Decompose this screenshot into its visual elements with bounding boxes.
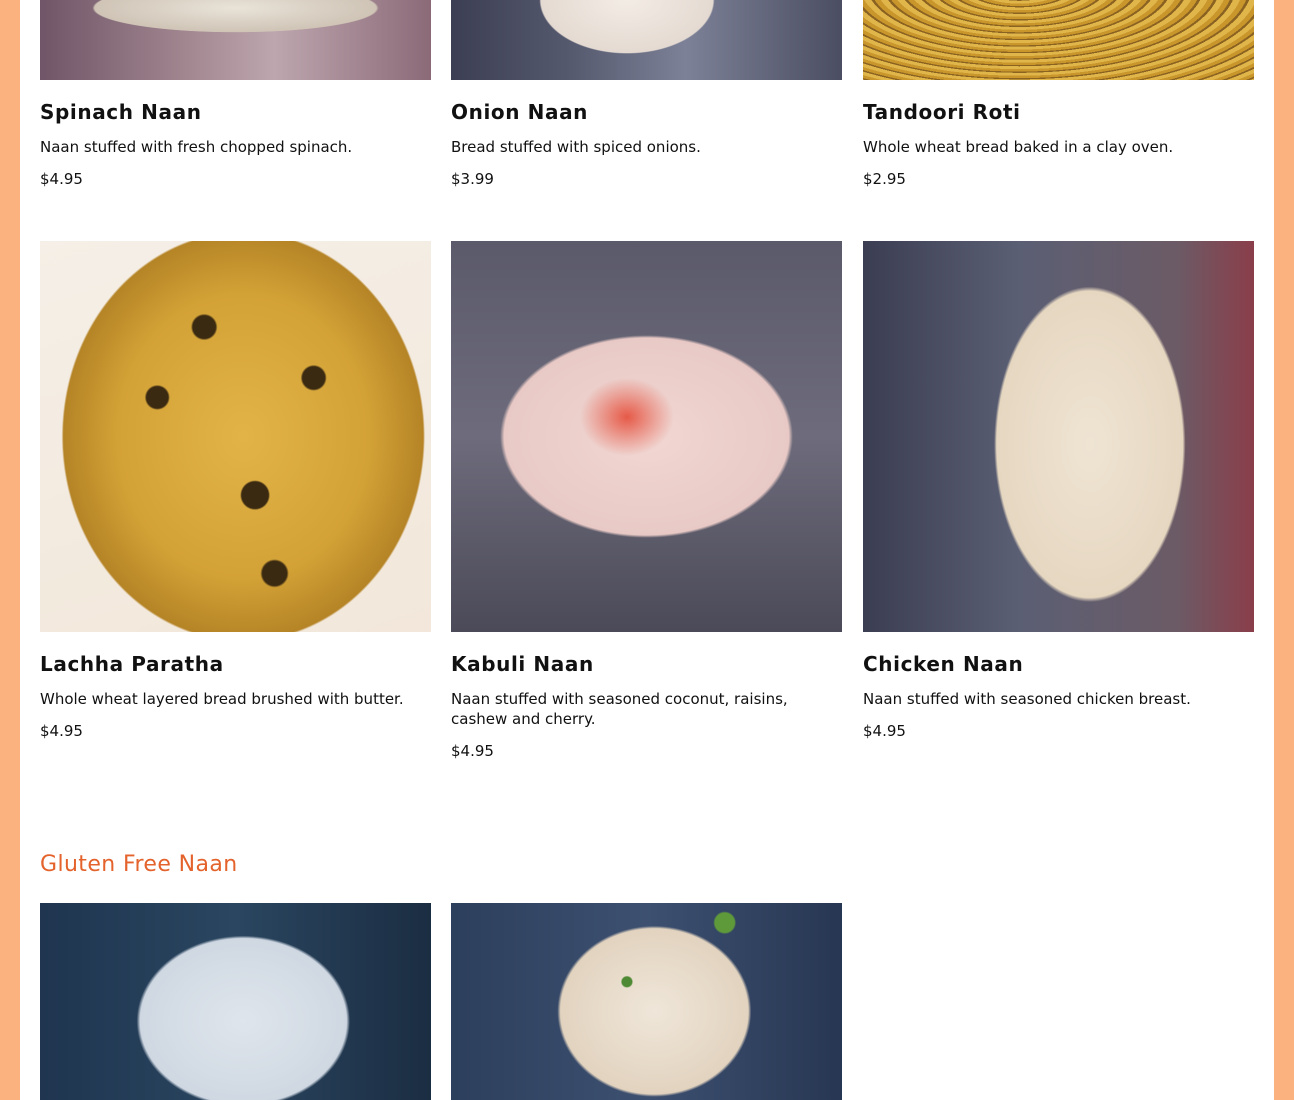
lachha-paratha-image[interactable] (40, 241, 431, 632)
item-name-lachha-paratha: Lachha Paratha (40, 652, 224, 676)
kabuli-naan-image[interactable] (451, 241, 842, 632)
item-description-spinach-naan: Naan stuffed with fresh chopped spinach. (40, 138, 353, 156)
item-description-onion-naan: Bread stuffed with spiced onions. (451, 138, 701, 156)
gluten-free-item-image-1[interactable] (40, 903, 431, 1100)
item-price-onion-naan: $3.99 (451, 170, 494, 188)
item-description-tandoori-roti: Whole wheat bread baked in a clay oven. (863, 138, 1174, 156)
item-price-spinach-naan: $4.95 (40, 170, 83, 188)
item-price-kabuli-naan: $4.95 (451, 742, 494, 760)
item-name-kabuli-naan: Kabuli Naan (451, 652, 594, 676)
item-description-kabuli-naan: Naan stuffed with seasoned coconut, rais… (451, 690, 788, 728)
item-description-lachha-paratha: Whole wheat layered bread brushed with b… (40, 690, 404, 708)
spinach-naan-image[interactable] (40, 0, 431, 80)
item-description-chicken-naan: Naan stuffed with seasoned chicken breas… (863, 690, 1191, 708)
gluten-free-item-image-2[interactable] (451, 903, 842, 1100)
item-name-spinach-naan: Spinach Naan (40, 100, 202, 124)
onion-naan-image[interactable] (451, 0, 842, 80)
item-price-lachha-paratha: $4.95 (40, 722, 83, 740)
section-title-gluten-free: Gluten Free Naan (40, 852, 238, 877)
menu-page: Spinach Naan Naan stuffed with fresh cho… (20, 0, 1274, 1100)
item-price-chicken-naan: $4.95 (863, 722, 906, 740)
chicken-naan-image[interactable] (863, 241, 1254, 632)
item-name-onion-naan: Onion Naan (451, 100, 589, 124)
tandoori-roti-image[interactable] (863, 0, 1254, 80)
item-name-chicken-naan: Chicken Naan (863, 652, 1024, 676)
item-price-tandoori-roti: $2.95 (863, 170, 906, 188)
item-name-tandoori-roti: Tandoori Roti (863, 100, 1021, 124)
